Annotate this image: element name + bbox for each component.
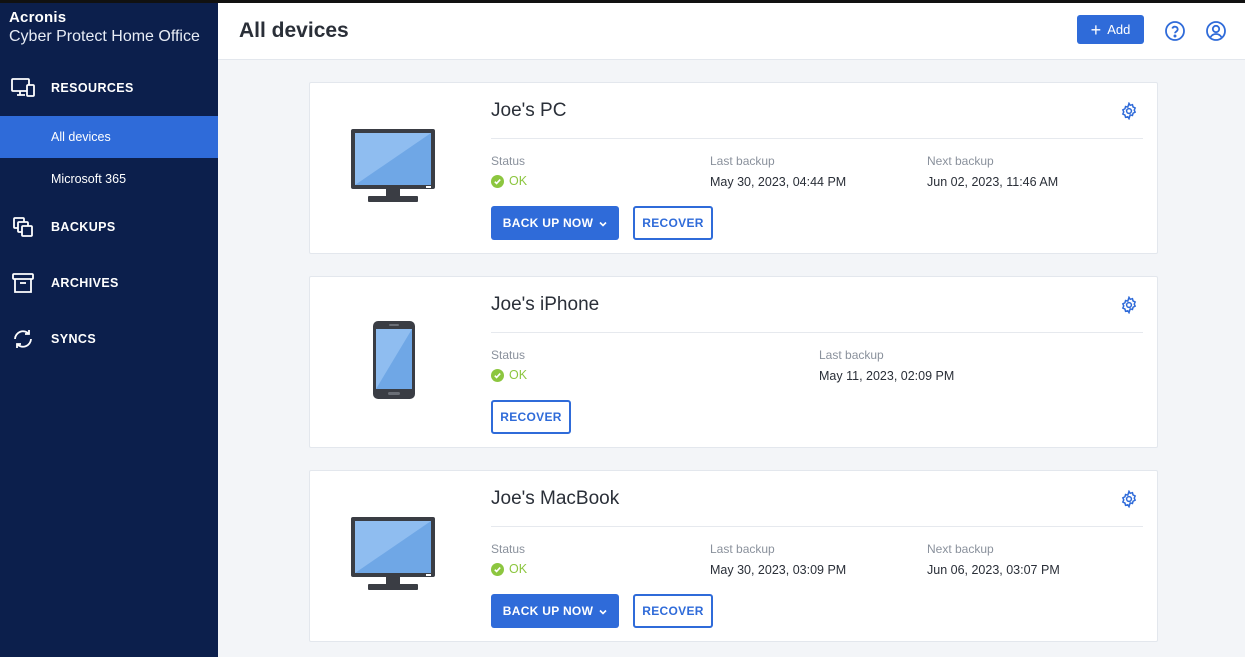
sidebar-item-syncs[interactable]: SYNCS bbox=[0, 319, 218, 359]
desktop-monitor-icon bbox=[350, 516, 438, 597]
account-icon[interactable] bbox=[1205, 20, 1227, 42]
sidebar-item-label: RESOURCES bbox=[51, 81, 134, 95]
sidebar-item-label: BACKUPS bbox=[51, 220, 116, 234]
devices-icon bbox=[10, 75, 36, 101]
add-button[interactable]: + Add bbox=[1077, 15, 1144, 44]
recover-button[interactable]: RECOVER bbox=[633, 206, 713, 240]
status-label: Status bbox=[491, 154, 526, 168]
device-name: Joe's iPhone bbox=[491, 294, 600, 315]
recover-button[interactable]: RECOVER bbox=[491, 400, 571, 434]
smartphone-icon bbox=[372, 320, 416, 405]
page-title: All devices bbox=[239, 19, 349, 42]
sidebar-item-backups[interactable]: BACKUPS bbox=[0, 207, 218, 247]
desktop-monitor-icon bbox=[350, 128, 438, 209]
device-settings-gear-icon[interactable] bbox=[1120, 101, 1138, 121]
status-value: OK bbox=[491, 368, 527, 382]
device-settings-gear-icon[interactable] bbox=[1120, 489, 1138, 509]
check-circle-icon bbox=[491, 368, 504, 382]
card-divider bbox=[491, 138, 1143, 139]
status-label: Status bbox=[491, 542, 526, 556]
sidebar-item-all-devices[interactable]: All devices bbox=[0, 116, 218, 158]
sidebar-item-microsoft-365[interactable]: Microsoft 365 bbox=[0, 158, 218, 200]
card-divider bbox=[491, 526, 1143, 527]
top-header: All devices + Add bbox=[218, 3, 1245, 60]
status-text: OK bbox=[509, 174, 528, 188]
status-text: OK bbox=[509, 368, 528, 382]
sidebar-item-label: SYNCS bbox=[51, 332, 97, 346]
device-card-macbook: Joe's MacBook Status OK Last backup May … bbox=[309, 470, 1158, 642]
last-backup-label: Last backup bbox=[710, 154, 775, 168]
chevron-down-icon bbox=[599, 216, 607, 230]
check-circle-icon bbox=[491, 174, 504, 188]
next-backup-value: Jun 02, 2023, 11:46 AM bbox=[927, 175, 1059, 189]
sidebar-item-archives[interactable]: ARCHIVES bbox=[0, 263, 218, 303]
device-settings-gear-icon[interactable] bbox=[1120, 295, 1138, 315]
status-text: OK bbox=[509, 562, 528, 576]
sidebar-item-resources[interactable]: RESOURCES bbox=[0, 68, 218, 108]
next-backup-label: Next backup bbox=[927, 542, 994, 556]
brand-name: Acronis bbox=[9, 9, 67, 26]
last-backup-label: Last backup bbox=[710, 542, 775, 556]
sidebar: Acronis Cyber Protect Home Office RESOUR… bbox=[0, 3, 218, 657]
plus-icon: + bbox=[1090, 19, 1102, 40]
card-divider bbox=[491, 332, 1143, 333]
device-name: Joe's PC bbox=[491, 100, 567, 121]
add-button-label: Add bbox=[1107, 22, 1131, 37]
archive-box-icon bbox=[10, 270, 36, 296]
backups-icon bbox=[10, 214, 36, 240]
back-up-now-label: BACK UP NOW bbox=[502, 216, 594, 230]
recover-button[interactable]: RECOVER bbox=[633, 594, 713, 628]
status-value: OK bbox=[491, 562, 527, 576]
device-name: Joe's MacBook bbox=[491, 488, 620, 509]
next-backup-label: Next backup bbox=[927, 154, 994, 168]
last-backup-value: May 11, 2023, 02:09 PM bbox=[819, 369, 955, 383]
last-backup-label: Last backup bbox=[819, 348, 884, 362]
sync-icon bbox=[10, 326, 36, 352]
device-card-iphone: Joe's iPhone Status OK Last backup May 1… bbox=[309, 276, 1158, 448]
product-name: Cyber Protect Home Office bbox=[9, 28, 200, 45]
device-card-pc: Joe's PC Status OK Last backup May 30, 2… bbox=[309, 82, 1158, 254]
back-up-now-button[interactable]: BACK UP NOW bbox=[491, 206, 619, 240]
last-backup-value: May 30, 2023, 03:09 PM bbox=[710, 563, 847, 577]
status-value: OK bbox=[491, 174, 527, 188]
status-label: Status bbox=[491, 348, 526, 362]
back-up-now-button[interactable]: BACK UP NOW bbox=[491, 594, 619, 628]
chevron-down-icon bbox=[599, 604, 607, 618]
sidebar-item-label: ARCHIVES bbox=[51, 276, 119, 290]
last-backup-value: May 30, 2023, 04:44 PM bbox=[710, 175, 847, 189]
check-circle-icon bbox=[491, 562, 504, 576]
next-backup-value: Jun 06, 2023, 03:07 PM bbox=[927, 563, 1060, 577]
back-up-now-label: BACK UP NOW bbox=[502, 604, 594, 618]
help-icon[interactable] bbox=[1164, 20, 1186, 42]
app-logo: Acronis Cyber Protect Home Office bbox=[9, 10, 200, 45]
